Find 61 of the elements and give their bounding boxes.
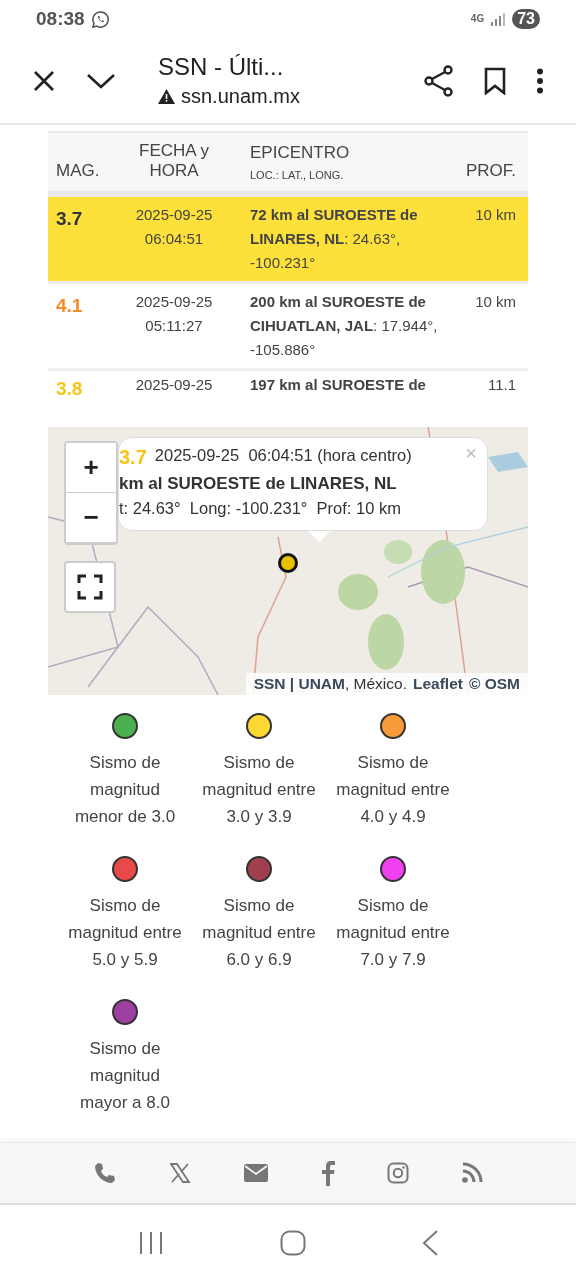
more-icon[interactable] [536, 67, 544, 94]
chevron-down-icon[interactable] [86, 71, 116, 90]
back-icon[interactable] [422, 1229, 438, 1256]
epicenter: 200 km al SUROESTE de CIHUATLAN, JAL: 17.944°, -105.886° [250, 293, 438, 358]
column-header: PROF. [465, 161, 516, 180]
popup-magnitude: 3.7 [119, 446, 147, 469]
legend-label: Sismo de magnitud mayor a 8.0 [79, 1038, 171, 1114]
network-type: 4G [470, 14, 485, 24]
popup-datetime: 2025-09-25 06:04:51 (hora centro) [154, 446, 412, 466]
magnitude: 3.7 [56, 207, 83, 231]
depth: 11.1 [487, 376, 516, 393]
page-title: SSN - Últi... [158, 53, 285, 81]
column-header: EPICENTRO [250, 143, 351, 163]
home-icon[interactable] [280, 1229, 306, 1256]
time: 06:04:51 [144, 229, 204, 249]
epicenter: 72 km al SUROESTE de LINARES, NL: 24.63°, -100.231° [250, 206, 418, 271]
table-row[interactable]: 3.8 2025-09-25 197 km al SUROESTE de 11.1 [48, 371, 528, 395]
battery-level: 73 [512, 9, 540, 29]
table-row[interactable]: 4.1 2025-09-25 05:11:27 200 km al SUROESTE de CIHUATLAN, JAL: 17.944°, -105.886° 10 km [48, 284, 528, 371]
warning-icon[interactable] [158, 89, 175, 104]
leaflet-link[interactable]: Leaflet [413, 675, 463, 693]
date: 2025-09-25 [135, 205, 213, 225]
magnitude: 4.1 [56, 294, 83, 318]
legend-label: Sismo de magnitud entre 4.0 y 4.9 [335, 752, 451, 828]
recent-apps-icon[interactable] [138, 1230, 164, 1255]
x-logo-icon[interactable] [169, 1162, 191, 1184]
clock: 08:38 [36, 8, 85, 30]
rss-icon[interactable] [461, 1162, 483, 1184]
bookmark-icon[interactable] [484, 66, 506, 95]
time: 05:11:27 [145, 316, 203, 336]
column-header: MAG. [56, 161, 100, 180]
osm-link[interactable]: © OSM [468, 675, 520, 693]
date: 2025-09-25 [135, 375, 213, 395]
zoom-in-button[interactable]: + [66, 443, 116, 493]
date: 2025-09-25 [135, 292, 213, 312]
depth: 10 km [475, 293, 516, 310]
popup-location: km al SUROESTE de LINARES, NL [119, 474, 397, 494]
magnitude: 3.8 [56, 377, 83, 395]
legend-label: Sismo de magnitud entre 3.0 y 3.9 [201, 752, 317, 828]
phone-icon[interactable] [93, 1161, 117, 1185]
fullscreen-icon [77, 574, 103, 600]
legend-label: Sismo de magnitud menor de 3.0 [73, 752, 177, 828]
epicenter: 197 km al SUROESTE de [250, 376, 426, 393]
legend-label: Sismo de magnitud entre 7.0 y 7.9 [335, 895, 451, 971]
table-row[interactable]: 3.7 2025-09-25 06:04:51 72 km al SUROESTE de LINARES, NL: 24.63°, -100.231° 10 km [48, 197, 528, 284]
mail-icon[interactable] [243, 1163, 269, 1183]
chat-icon [90, 9, 110, 29]
instagram-icon[interactable] [387, 1162, 409, 1184]
page-url: ssn.unam.mx [181, 85, 300, 108]
popup-details: t: 24.63° Long: -100.231° Prof: 10 km [119, 499, 401, 518]
attribution-text: SSN | UNAM, México. [253, 675, 407, 693]
legend-label: Sismo de magnitud entre 5.0 y 5.9 [67, 895, 183, 971]
column-subheader: LOC.: LAT., LONG. [250, 169, 345, 181]
legend-label: Sismo de magnitud entre 6.0 y 6.9 [201, 895, 317, 971]
fullscreen-button[interactable] [64, 561, 116, 613]
close-icon[interactable] [32, 68, 56, 93]
share-icon[interactable] [424, 64, 454, 97]
column-header: FECHA y HORA [138, 141, 210, 181]
depth: 10 km [475, 206, 516, 223]
facebook-icon[interactable] [321, 1160, 335, 1186]
signal-icon [490, 12, 507, 26]
